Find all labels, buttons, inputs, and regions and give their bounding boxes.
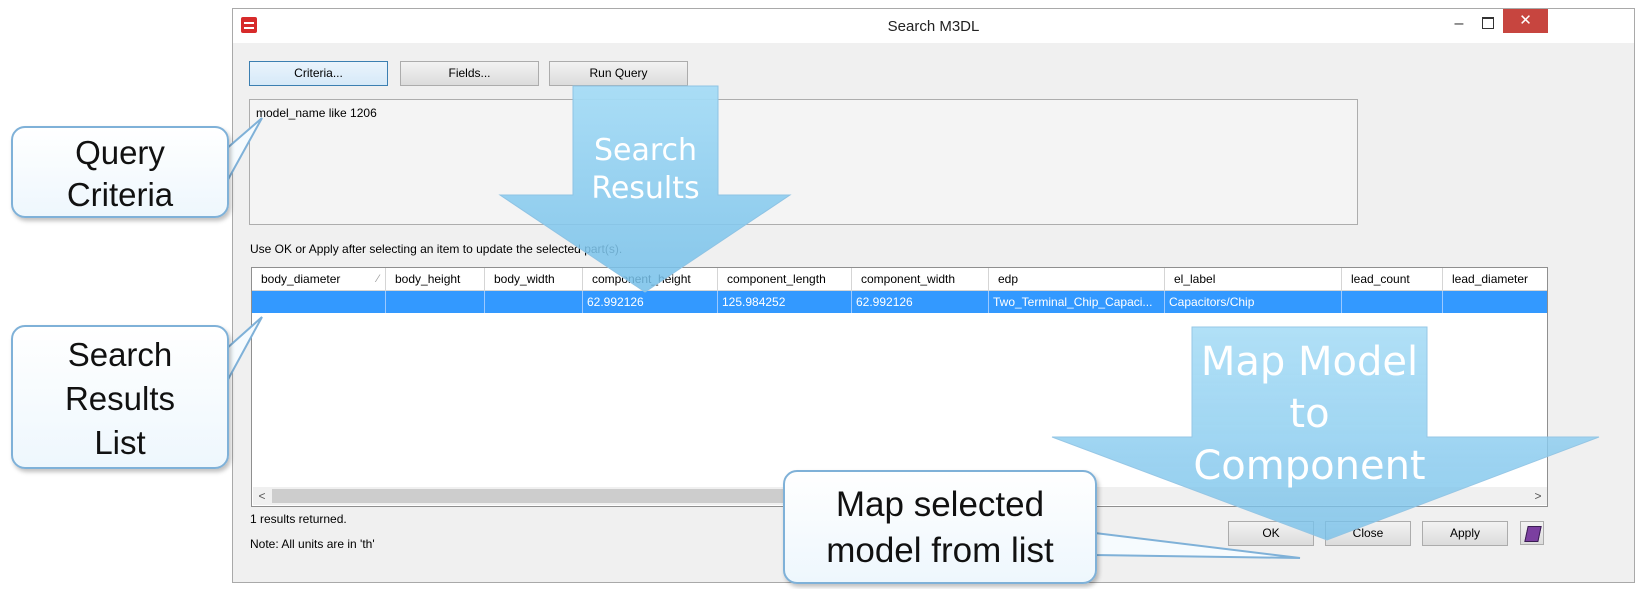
results-callout-tail	[224, 316, 263, 386]
query-callout-tail	[224, 117, 263, 186]
query-criteria-callout: Query Criteria	[11, 126, 229, 218]
map-selected-callout: Map selected model from list	[783, 470, 1097, 584]
search-results-list-callout: Search Results List	[11, 325, 229, 469]
map-callout-tail	[1094, 531, 1301, 559]
search-results-arrow-label: Search Results	[591, 133, 700, 206]
map-model-arrow-label: Map Model to Component	[1193, 339, 1426, 489]
